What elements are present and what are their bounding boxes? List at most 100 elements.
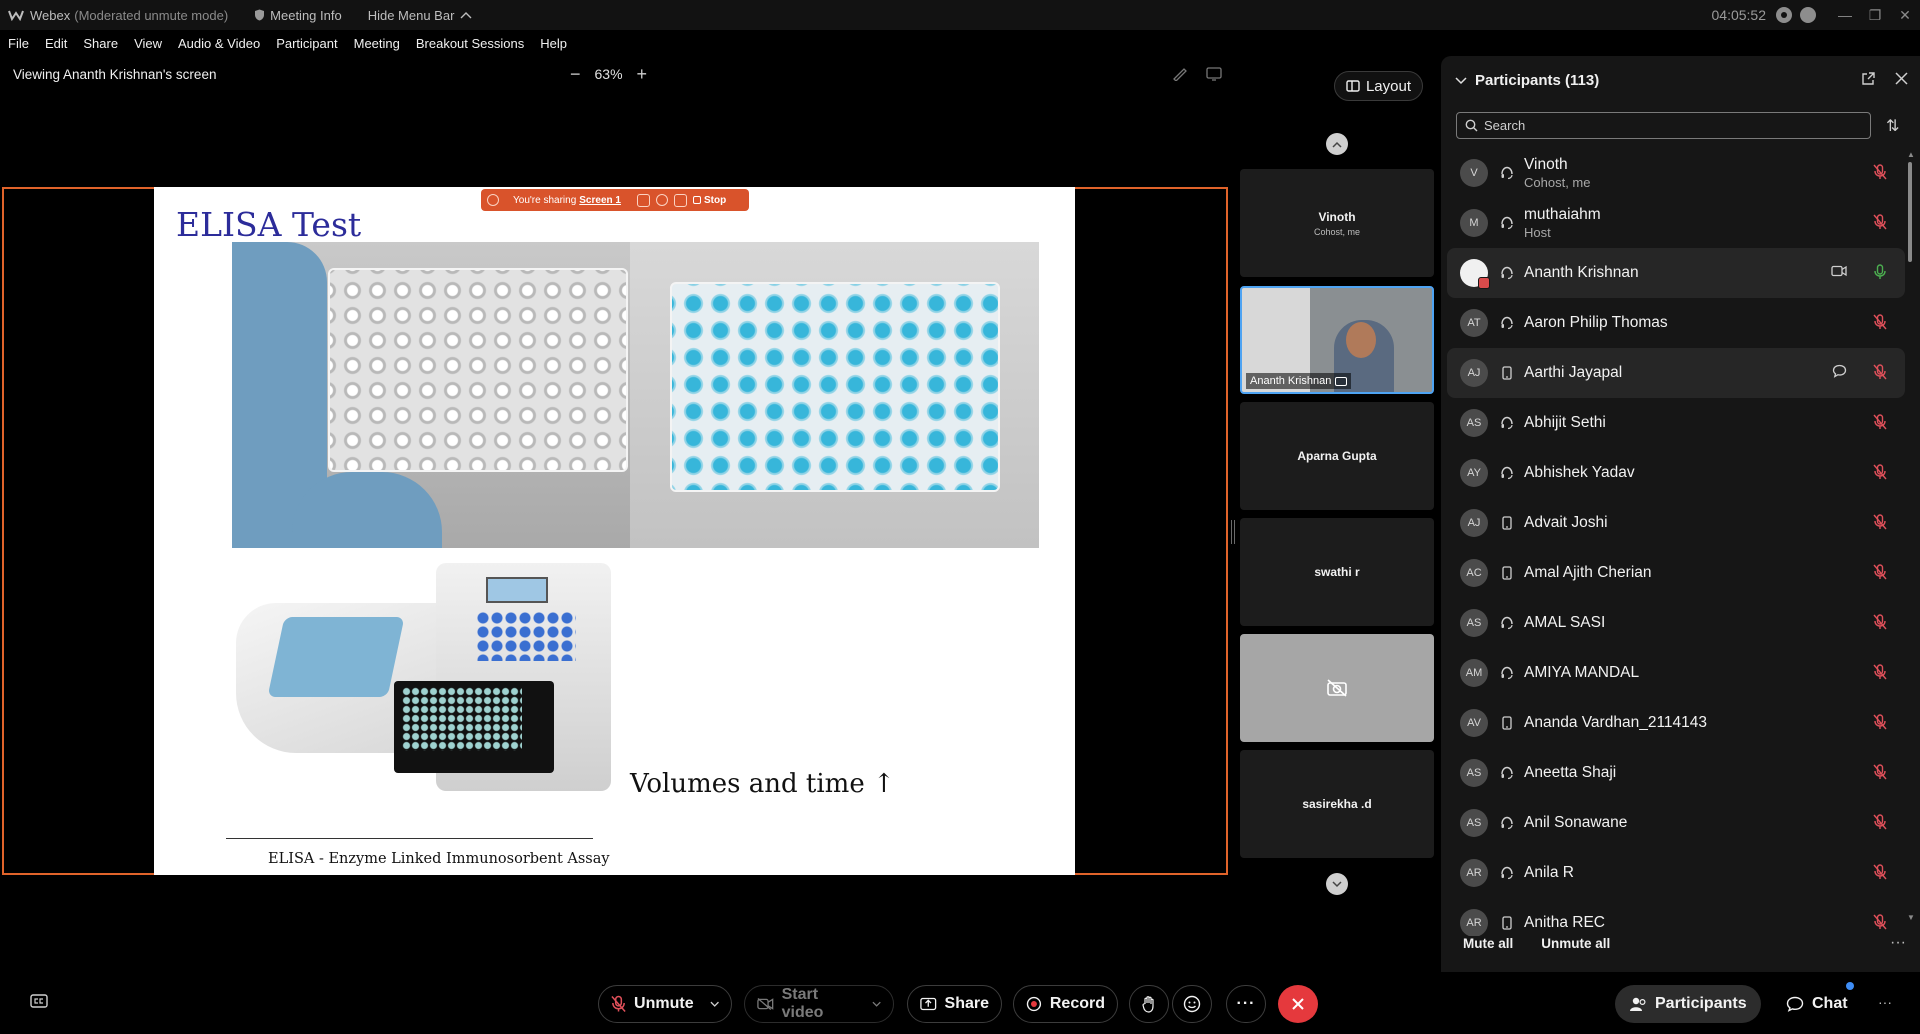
menu-edit[interactable]: Edit [45, 36, 67, 51]
pause-share-icon[interactable] [655, 194, 668, 206]
scroll-down-button[interactable] [1326, 873, 1348, 895]
overflow-menu-icon[interactable]: ··· [1878, 994, 1892, 1010]
participant-mic-status[interactable] [1873, 464, 1887, 485]
tile-name: sasirekha .d [1302, 797, 1372, 811]
participant-search[interactable] [1456, 112, 1871, 139]
participant-mic-status[interactable] [1873, 414, 1887, 435]
menu-breakout-sessions[interactable]: Breakout Sessions [416, 36, 524, 51]
menu-participant[interactable]: Participant [276, 36, 337, 51]
participant-row[interactable]: AT Aaron Philip Thomas [1447, 298, 1905, 348]
participant-mic-status[interactable] [1873, 564, 1887, 585]
scrollbar-thumb[interactable] [1908, 162, 1912, 262]
menu-share[interactable]: Share [83, 36, 118, 51]
close-window-button[interactable]: ✕ [1890, 0, 1920, 30]
close-icon[interactable] [1895, 72, 1908, 85]
participant-row[interactable]: AS AMAL SASI [1447, 598, 1905, 648]
unmute-button[interactable]: Unmute [598, 985, 732, 1023]
panel-resize-handle[interactable] [1231, 520, 1235, 544]
more-options-button[interactable]: ··· [1226, 985, 1266, 1023]
mic-off-icon [1873, 464, 1887, 480]
menu-help[interactable]: Help [540, 36, 567, 51]
participant-mic-status[interactable] [1873, 314, 1887, 335]
annotate-icon[interactable] [1172, 67, 1188, 81]
participant-mic-status[interactable] [1873, 714, 1887, 735]
participant-row[interactable]: Ananth Krishnan [1447, 248, 1905, 298]
share-button[interactable]: Share [907, 985, 1002, 1023]
sharing-screen[interactable]: Screen 1 [579, 195, 621, 206]
video-tile-label: Ananth Krishnan [1246, 373, 1352, 389]
raise-hand-button[interactable] [1129, 985, 1169, 1023]
more-options-icon[interactable]: ··· [1890, 934, 1906, 952]
video-tile-aparna-gupta[interactable]: Aparna Gupta [1240, 402, 1434, 510]
participant-mic-status[interactable] [1873, 164, 1887, 185]
chevron-down-icon[interactable] [1455, 76, 1467, 85]
participant-row[interactable]: AV Ananda Vardhan_2114143 [1447, 698, 1905, 748]
participant-mic-status[interactable] [1873, 914, 1887, 935]
video-tile-sasirekha-d[interactable]: sasirekha .d [1240, 750, 1434, 858]
sort-icon[interactable]: ⇅ [1886, 116, 1899, 136]
menu-audio-video[interactable]: Audio & Video [178, 36, 260, 51]
remote-control-icon[interactable] [1206, 67, 1222, 81]
sharing-control-bar[interactable]: You're sharing Screen 1 Stop [481, 189, 749, 211]
search-input[interactable] [1484, 118, 1864, 133]
participant-row[interactable]: AR Anila R [1447, 848, 1905, 898]
participant-mic-status[interactable] [1873, 664, 1887, 685]
participant-row[interactable]: AJ Advait Joshi [1447, 498, 1905, 548]
scroll-up-arrow-icon[interactable]: ▲ [1907, 150, 1915, 159]
participant-row[interactable]: AR Anitha REC [1447, 898, 1905, 936]
scroll-up-button[interactable] [1326, 133, 1348, 155]
reactions-button[interactable] [1172, 985, 1212, 1023]
menu-view[interactable]: View [134, 36, 162, 51]
participant-mic-status[interactable] [1873, 864, 1887, 885]
participant-mic-status[interactable] [1873, 214, 1887, 235]
chevron-down-icon[interactable] [872, 1001, 881, 1008]
participant-mic-status[interactable] [1873, 264, 1887, 285]
video-tile-camera-off[interactable] [1240, 634, 1434, 742]
start-video-button[interactable]: Start video [744, 985, 894, 1023]
participant-row[interactable]: AJ Aarthi Jayapal [1447, 348, 1905, 398]
participant-row[interactable]: V Vinoth Cohost, me [1447, 148, 1905, 198]
panel-header[interactable]: Participants (113) [1455, 72, 1599, 89]
participant-row[interactable]: Mmuthaiahm Host [1447, 198, 1905, 248]
participants-button[interactable]: Participants [1615, 985, 1761, 1023]
chevron-down-icon[interactable] [710, 1001, 719, 1008]
scroll-down-arrow-icon[interactable]: ▼ [1907, 913, 1915, 922]
participant-row[interactable]: AS Abhijit Sethi [1447, 398, 1905, 448]
participant-row[interactable]: AS Aneetta Shaji [1447, 748, 1905, 798]
menu-meeting[interactable]: Meeting [354, 36, 400, 51]
closed-captions-icon[interactable] [30, 994, 48, 1008]
share-content-icon[interactable] [636, 193, 650, 207]
participant-row[interactable]: AS Anil Sonawane [1447, 798, 1905, 848]
chat-button[interactable]: Chat [1776, 985, 1858, 1023]
hide-menu-bar-button[interactable]: Hide Menu Bar [368, 8, 478, 23]
zoom-out-button[interactable]: − [570, 64, 581, 85]
pop-out-icon[interactable] [1861, 72, 1875, 86]
end-call-button[interactable] [1278, 985, 1318, 1023]
network-status-icon[interactable] [1800, 7, 1816, 23]
participant-row[interactable]: AM AMIYA MANDAL [1447, 648, 1905, 698]
video-tile-swathi-r[interactable]: swathi r [1240, 518, 1434, 626]
share-options-icon[interactable] [673, 193, 687, 207]
participant-row[interactable]: AY Abhishek Yadav [1447, 448, 1905, 498]
video-tile-vinoth[interactable]: Vinoth Cohost, me [1240, 169, 1434, 277]
video-tile-ananth-krishnan[interactable]: Ananth Krishnan [1240, 286, 1434, 394]
participant-list-scrollbar[interactable]: ▲ ▼ [1906, 150, 1915, 922]
participant-mic-status[interactable] [1873, 364, 1887, 385]
participant-row[interactable]: AC Amal Ajith Cherian [1447, 548, 1905, 598]
participant-mic-status[interactable] [1873, 814, 1887, 835]
menu-file[interactable]: File [8, 36, 29, 51]
participant-mic-status[interactable] [1873, 514, 1887, 535]
layout-button[interactable]: Layout [1334, 71, 1423, 101]
restore-window-button[interactable]: ❐ [1860, 0, 1890, 30]
zoom-in-button[interactable]: + [637, 64, 648, 85]
participant-mic-status[interactable] [1873, 614, 1887, 635]
record-button[interactable]: Record [1013, 985, 1118, 1023]
mute-all-button[interactable]: Mute all [1463, 936, 1513, 951]
participant-name: Vinoth [1524, 156, 1568, 173]
stop-share-button[interactable]: Stop [692, 195, 726, 206]
participant-mic-status[interactable] [1873, 764, 1887, 785]
chat-icon[interactable] [1832, 364, 1847, 383]
unmute-all-button[interactable]: Unmute all [1541, 936, 1610, 951]
meeting-info-button[interactable]: Meeting Info [254, 8, 342, 23]
minimize-window-button[interactable]: — [1830, 0, 1860, 30]
